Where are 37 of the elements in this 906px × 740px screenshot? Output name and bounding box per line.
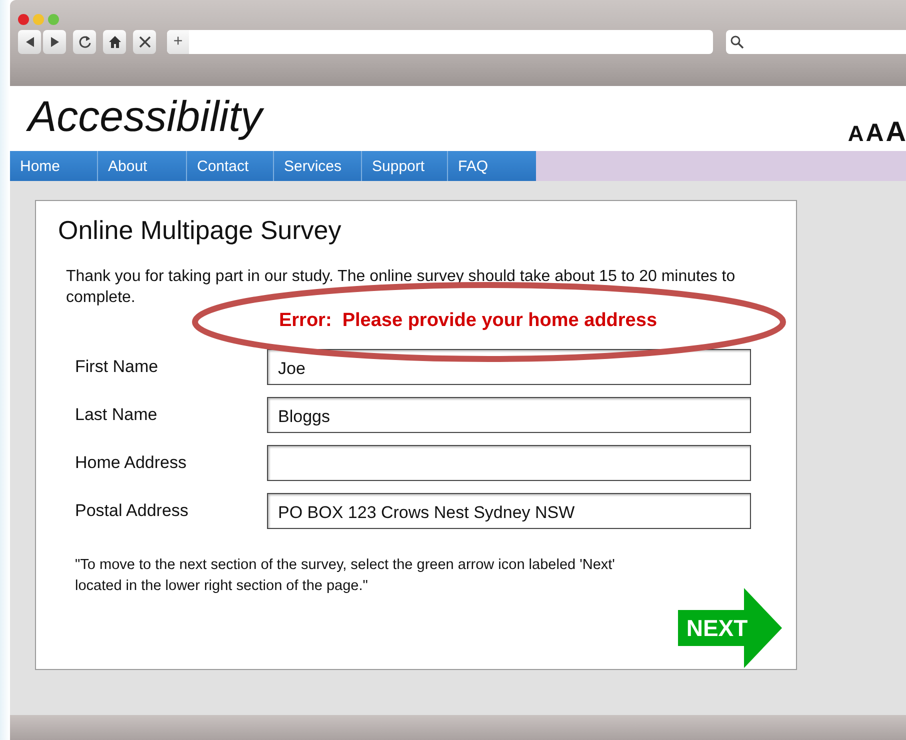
field-label: Home Address [74,453,188,473]
search-icon [730,35,744,49]
field-label: Postal Address [74,501,190,521]
search-field[interactable] [726,30,906,54]
input-field[interactable]: PO BOX 123 Crows Nest Sydney NSW [267,493,751,529]
forward-button[interactable] [43,30,66,54]
address-bar[interactable]: + [167,30,713,54]
close-icon[interactable] [18,14,29,25]
error-message: Error: Please provide your home address [278,310,658,332]
site-title: Accessibility [28,93,262,142]
nav-tab[interactable]: About [98,151,187,181]
reload-button[interactable] [73,30,96,54]
text-size-button[interactable]: A [886,118,906,146]
nav-tab[interactable]: Services [274,151,362,181]
instruction-text: "To move to the next section of the survey, select the green arrow icon labeled 'Next' located in the lower right section of the page." [75,556,616,596]
intro-text: Thank you for taking part in our study. The online survey should take about 15 to 20 minutes to complete. [66,267,736,308]
forward-icon [50,36,60,48]
nav-tab[interactable]: FAQ [448,151,536,181]
field-label: First Name [74,357,160,377]
back-button[interactable] [18,30,41,54]
nav-tab[interactable]: Support [362,151,448,181]
input-field[interactable]: Joe [267,349,751,385]
text-size-button[interactable]: A [866,121,884,146]
survey-title: Online Multipage Survey [58,215,342,246]
input-field[interactable]: Bloggs [267,397,751,433]
home-button[interactable] [103,30,126,54]
nav-tab[interactable]: Home [10,151,98,181]
text-size-button[interactable]: A [848,123,864,145]
home-icon [108,35,122,49]
nav-tab[interactable]: Contact [187,151,274,181]
new-tab-button[interactable]: + [167,30,189,54]
close-icon [138,35,152,49]
field-label: Last Name [74,405,158,425]
input-field[interactable] [267,445,751,481]
reload-icon [78,35,92,49]
back-icon [24,36,34,48]
stop-button[interactable] [133,30,156,54]
